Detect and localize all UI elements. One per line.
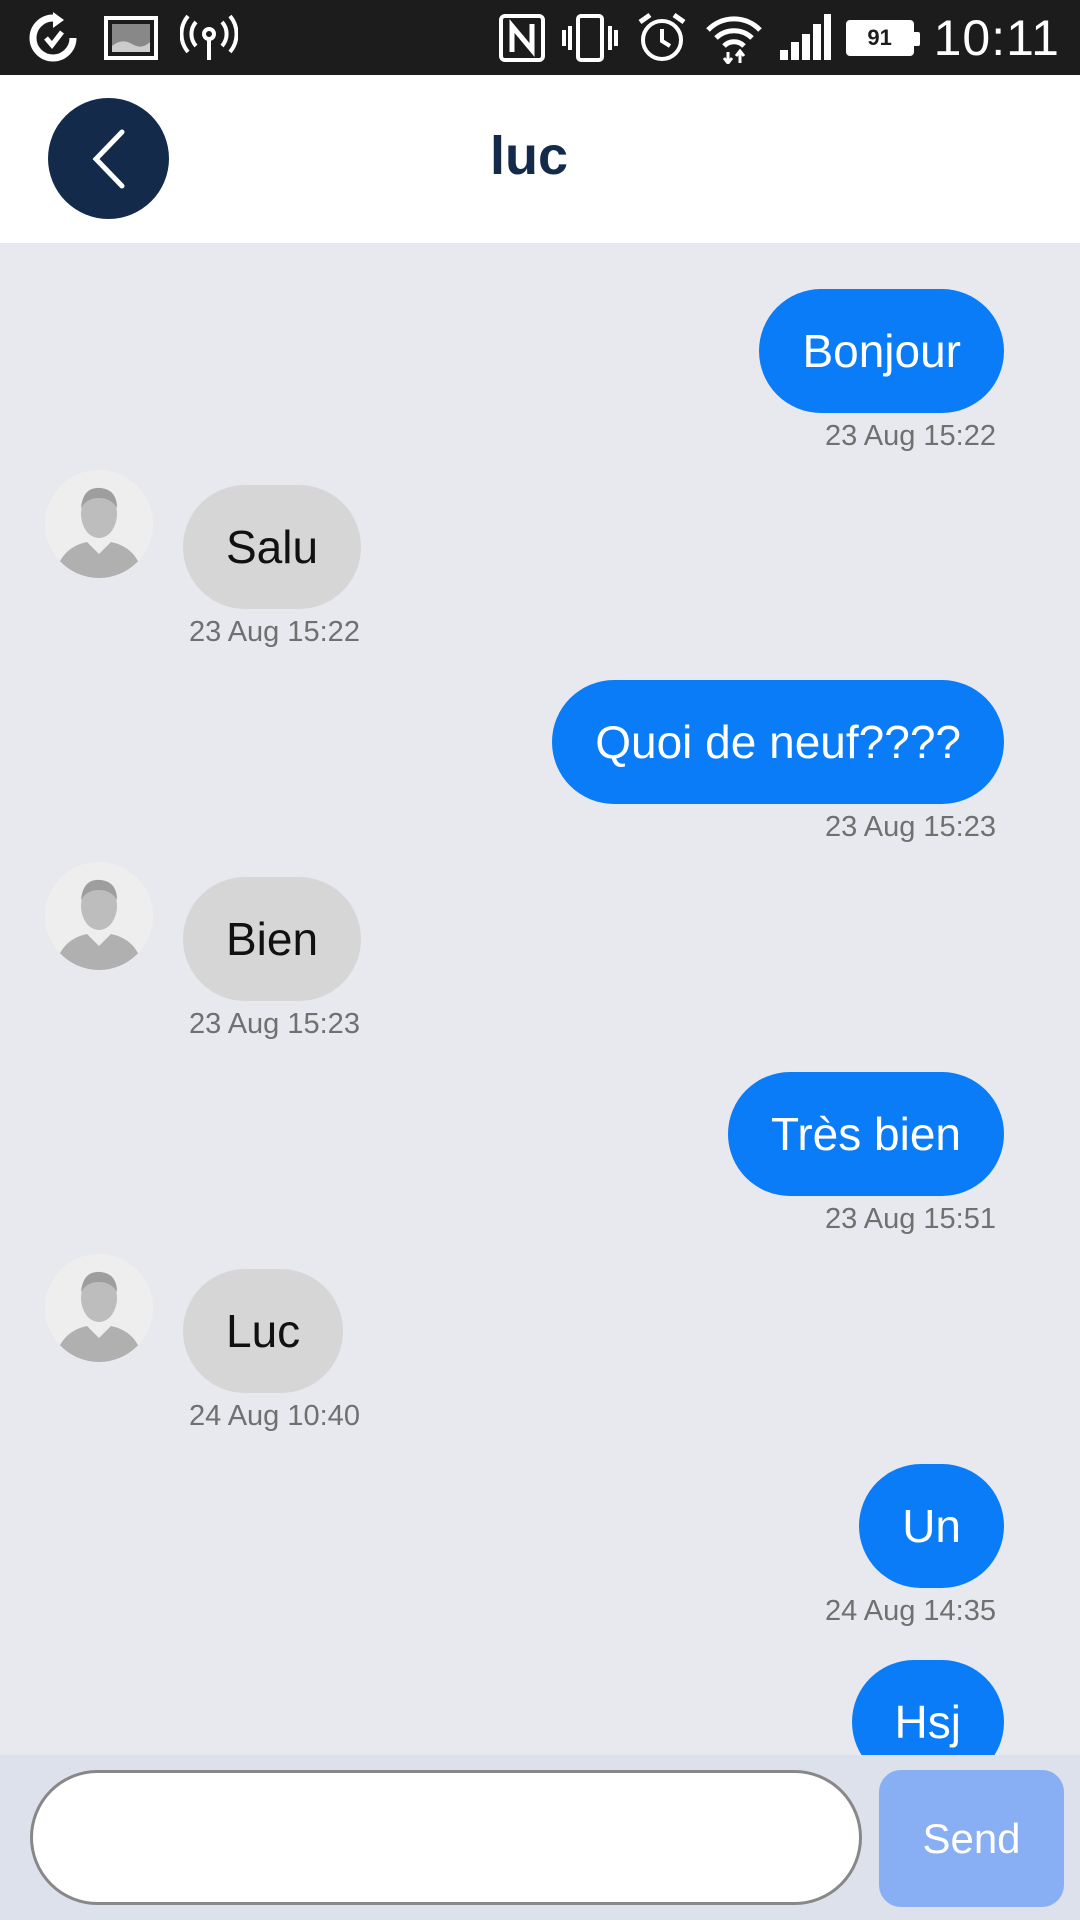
message-list[interactable]: Bonjour 23 Aug 15:22 Salu 23 Aug 15:22 Q…: [0, 243, 1080, 1755]
avatar[interactable]: [45, 862, 153, 970]
message-bubble[interactable]: Quoi de neuf????: [552, 680, 1004, 804]
person-icon: [45, 1254, 153, 1362]
message-timestamp: 23 Aug 15:51: [825, 1203, 996, 1235]
message-bubble[interactable]: Hsj: [851, 1660, 1004, 1755]
message-input[interactable]: [30, 1770, 862, 1905]
chat-header: luc: [0, 75, 1080, 243]
avatar[interactable]: [45, 1254, 153, 1362]
status-bar: 91 10:11: [0, 0, 1080, 75]
message-incoming: Luc 24 Aug 10:40: [183, 1269, 360, 1433]
message-outgoing: Très bien 23 Aug 15:51: [727, 1072, 1004, 1236]
vibrate-icon: [561, 14, 618, 62]
battery-icon: 91: [845, 20, 920, 56]
message-incoming: Salu 23 Aug 15:22: [183, 485, 362, 649]
message-timestamp: 24 Aug 14:35: [825, 1595, 996, 1627]
message-timestamp: 23 Aug 15:23: [189, 1008, 360, 1040]
person-icon: [45, 470, 153, 578]
message-bubble[interactable]: Luc: [183, 1269, 344, 1393]
message-timestamp: 24 Aug 10:40: [189, 1400, 360, 1432]
message-incoming: Bien 23 Aug 15:23: [183, 877, 362, 1041]
message-outgoing: Quoi de neuf???? 23 Aug 15:23: [552, 680, 1004, 844]
sync-icon: [29, 12, 77, 62]
wireless-tower-icon: [180, 14, 238, 60]
nfc-icon: [498, 14, 545, 62]
signal-icon: [779, 14, 831, 60]
composer-bar: Send: [0, 1755, 1080, 1920]
alarm-icon: [638, 12, 686, 61]
page-title: luc: [489, 126, 569, 186]
message-bubble[interactable]: Un: [859, 1464, 1004, 1588]
status-bar-left: [24, 10, 238, 66]
message-timestamp: 23 Aug 15:22: [825, 420, 996, 452]
avatar[interactable]: [45, 470, 153, 578]
message-timestamp: 23 Aug 15:23: [825, 811, 996, 843]
wifi-icon: [705, 16, 762, 64]
message-bubble[interactable]: Très bien: [727, 1072, 1004, 1196]
message-outgoing: Un 24 Aug 14:35: [825, 1464, 1004, 1628]
person-icon: [45, 862, 153, 970]
send-button[interactable]: Send: [879, 1770, 1064, 1907]
message-bubble[interactable]: Bonjour: [759, 289, 1004, 413]
message-outgoing: Bonjour 23 Aug 15:22: [759, 289, 1004, 453]
message-bubble[interactable]: Salu: [183, 485, 362, 609]
message-outgoing: Hsj: [851, 1660, 1004, 1755]
message-timestamp: 23 Aug 15:22: [189, 616, 360, 648]
status-time: 10:11: [933, 10, 1060, 66]
battery-level: 91: [867, 25, 892, 50]
image-icon: [104, 16, 158, 60]
status-bar-right: 91 10:11: [498, 8, 1060, 68]
message-bubble[interactable]: Bien: [183, 877, 362, 1001]
